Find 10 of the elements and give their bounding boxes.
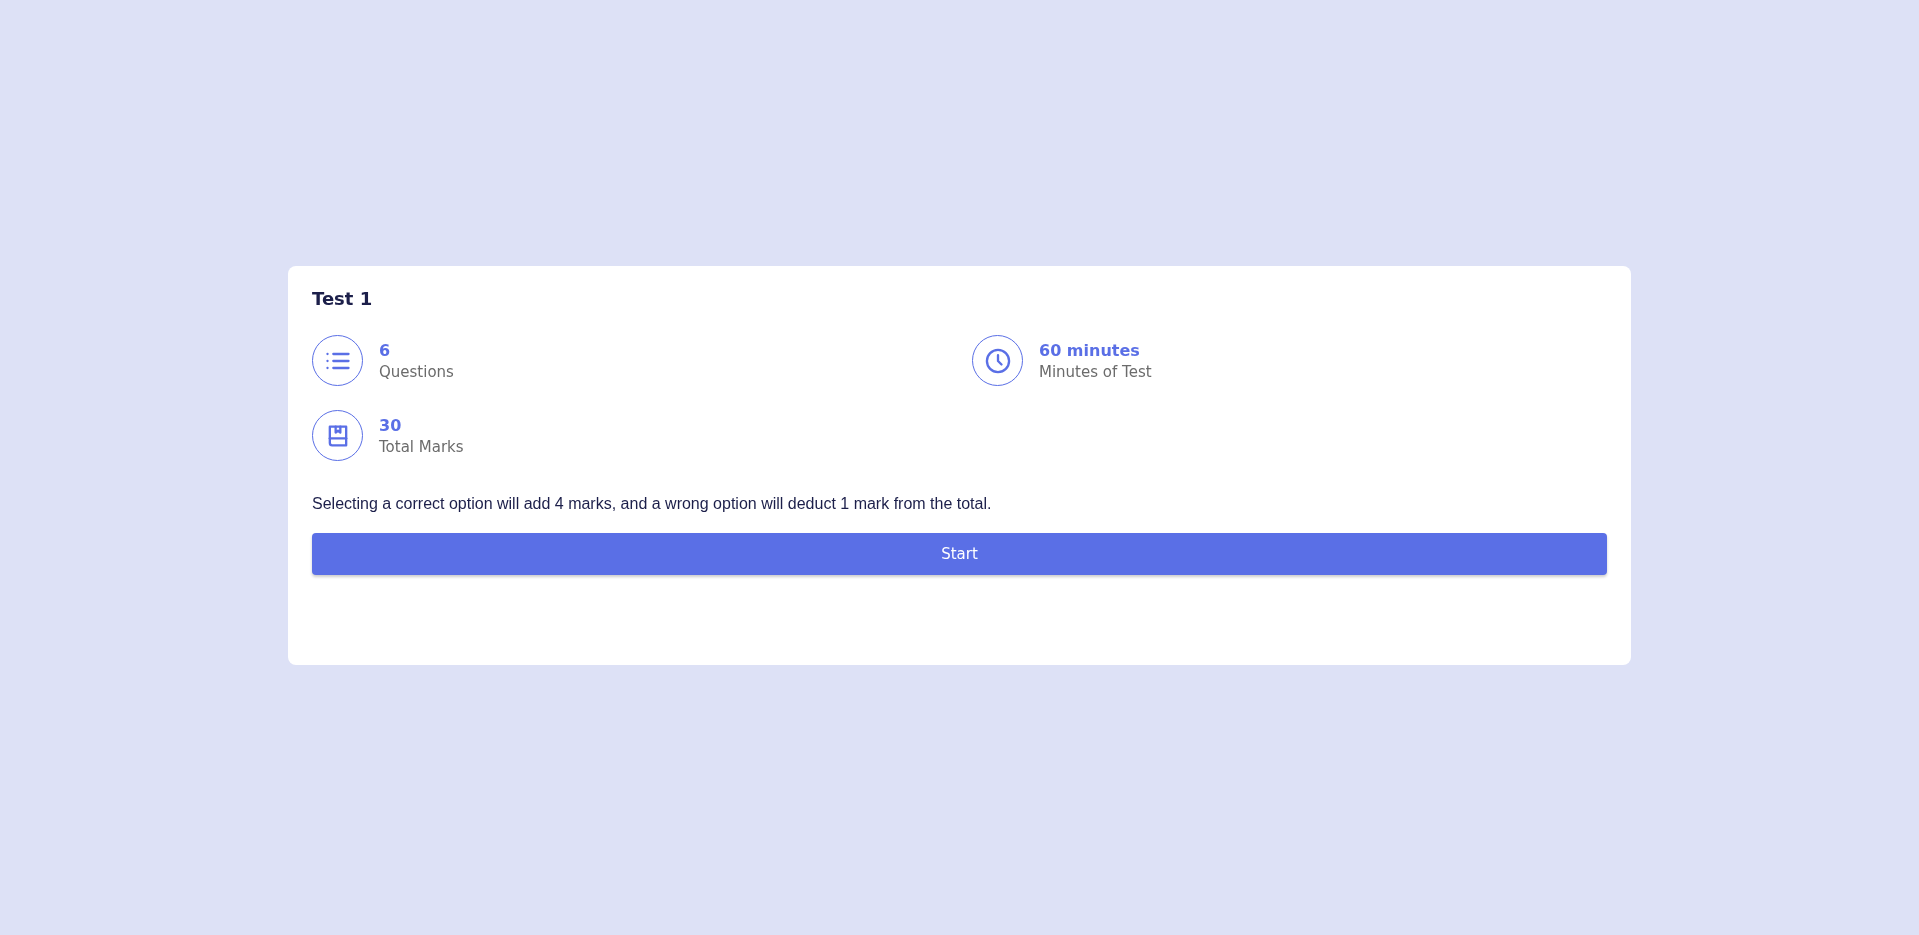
stat-value: 30 — [379, 415, 403, 435]
start-button[interactable]: Start — [312, 533, 1607, 575]
stat-label: Minutes of Test — [1039, 362, 1152, 381]
test-title: Test 1 — [312, 288, 374, 309]
stat-label: Total Marks — [379, 437, 464, 456]
clock-icon — [983, 346, 1012, 375]
stat-value: 60 minutes — [1039, 340, 1141, 360]
stat-value: 6 — [379, 340, 392, 360]
description: Selecting a correct option will add 4 marks, and a wrong option will deduct 1 mark from the total. — [312, 495, 993, 513]
stat-label: Questions — [379, 362, 454, 381]
